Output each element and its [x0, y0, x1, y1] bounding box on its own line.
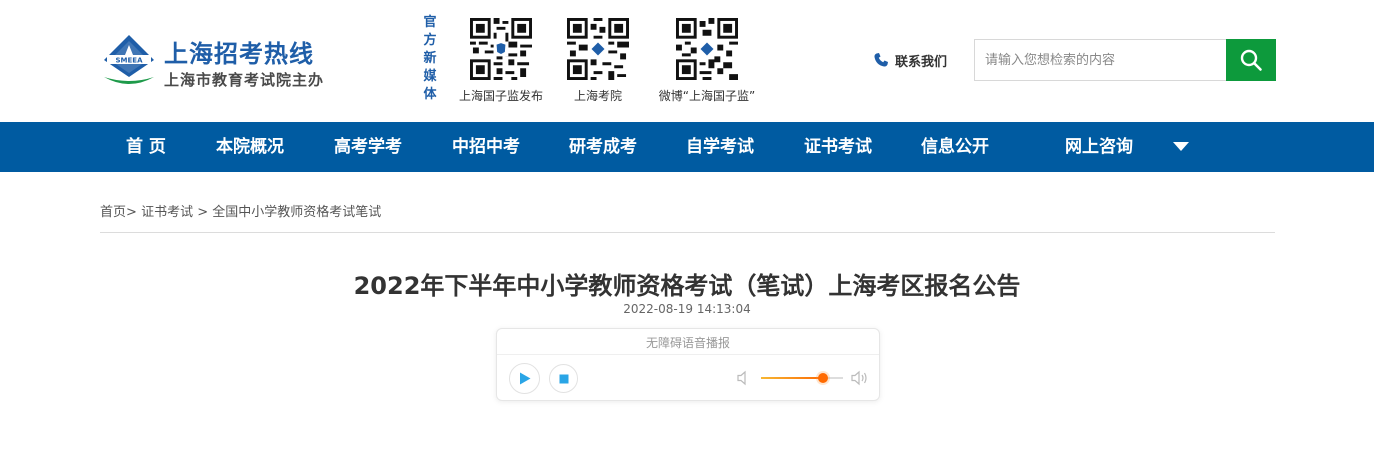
- logo-badge-text: SMEEA: [116, 57, 144, 65]
- nav-item-home[interactable]: 首 页: [126, 122, 166, 172]
- phone-icon: [874, 53, 888, 67]
- nav-item-self-study[interactable]: 自学考试: [686, 122, 754, 172]
- qr-code-icon: [567, 18, 629, 80]
- qr-code-exam-authority[interactable]: 上海考院: [567, 18, 629, 104]
- audio-player: 无障碍语音播报: [496, 328, 880, 401]
- article-title: 2022年下半年中小学教师资格考试（笔试）上海考区报名公告: [353, 272, 1021, 300]
- nav-dropdown-icon[interactable]: [1173, 142, 1189, 151]
- search-icon: [1240, 49, 1262, 71]
- nav-item-zhongkao[interactable]: 中招中考: [452, 122, 520, 172]
- qr-caption: 微博“上海国子监”: [658, 89, 756, 103]
- site-logo[interactable]: SMEEA 上海招考热线 上海市教育考试院主办: [100, 33, 330, 89]
- search-input[interactable]: [974, 39, 1227, 81]
- play-icon: [519, 372, 530, 385]
- contact-us-link[interactable]: 联系我们: [873, 51, 948, 70]
- qr-code-publish[interactable]: 上海国子监发布: [455, 18, 547, 104]
- breadcrumb: 首页> 证书考试 > 全国中小学教师资格考试笔试: [100, 201, 381, 220]
- contact-us-label: 联系我们: [895, 54, 948, 70]
- player-title: 无障碍语音播报: [645, 336, 730, 350]
- stop-button[interactable]: [549, 364, 578, 393]
- search-button[interactable]: [1226, 39, 1276, 81]
- nav-item-postgrad[interactable]: 研考成考: [569, 122, 637, 172]
- nav-item-about[interactable]: 本院概况: [216, 122, 284, 172]
- site-header: SMEEA 上海招考热线 上海市教育考试院主办 官方新媒体 上海国子监发布 上海…: [0, 0, 1374, 122]
- official-media-label: 官方新媒体: [423, 15, 437, 102]
- volume-low-icon[interactable]: [737, 370, 751, 386]
- qr-code-icon: [676, 18, 738, 80]
- nav-item-info-public[interactable]: 信息公开: [921, 122, 989, 172]
- qr-caption: 上海考院: [573, 89, 622, 103]
- volume-slider[interactable]: [761, 373, 843, 383]
- logo-title: 上海招考热线: [164, 40, 314, 68]
- volume-fill: [761, 377, 823, 379]
- breadcrumb-separator: >: [197, 205, 209, 220]
- nav-item-consult[interactable]: 网上咨询: [1065, 122, 1133, 172]
- qr-code-weibo[interactable]: 微博“上海国子监”: [650, 18, 764, 104]
- main-nav: 首 页 本院概况 高考学考 中招中考 研考成考 自学考试 证书考试 信息公开 网…: [0, 122, 1374, 172]
- breadcrumb-home[interactable]: 首页: [100, 205, 126, 220]
- smeea-logo-icon: SMEEA: [104, 35, 154, 84]
- nav-item-certificate[interactable]: 证书考试: [804, 122, 872, 172]
- play-button[interactable]: [509, 363, 540, 394]
- breadcrumb-divider: [100, 232, 1275, 233]
- logo-subtitle: 上海市教育考试院主办: [164, 71, 325, 89]
- volume-high-icon[interactable]: [851, 370, 869, 386]
- breadcrumb-certificate[interactable]: 证书考试: [141, 205, 193, 220]
- stop-icon: [559, 374, 568, 383]
- nav-item-gaokao[interactable]: 高考学考: [334, 122, 402, 172]
- article-date: 2022-08-19 14:13:04: [623, 302, 751, 316]
- player-divider: [497, 354, 879, 355]
- volume-knob[interactable]: [817, 373, 828, 383]
- breadcrumb-current[interactable]: 全国中小学教师资格考试笔试: [212, 205, 381, 220]
- breadcrumb-separator: >: [126, 205, 137, 220]
- qr-code-icon: [470, 18, 532, 80]
- search-box: [974, 39, 1276, 81]
- qr-caption: 上海国子监发布: [458, 89, 543, 103]
